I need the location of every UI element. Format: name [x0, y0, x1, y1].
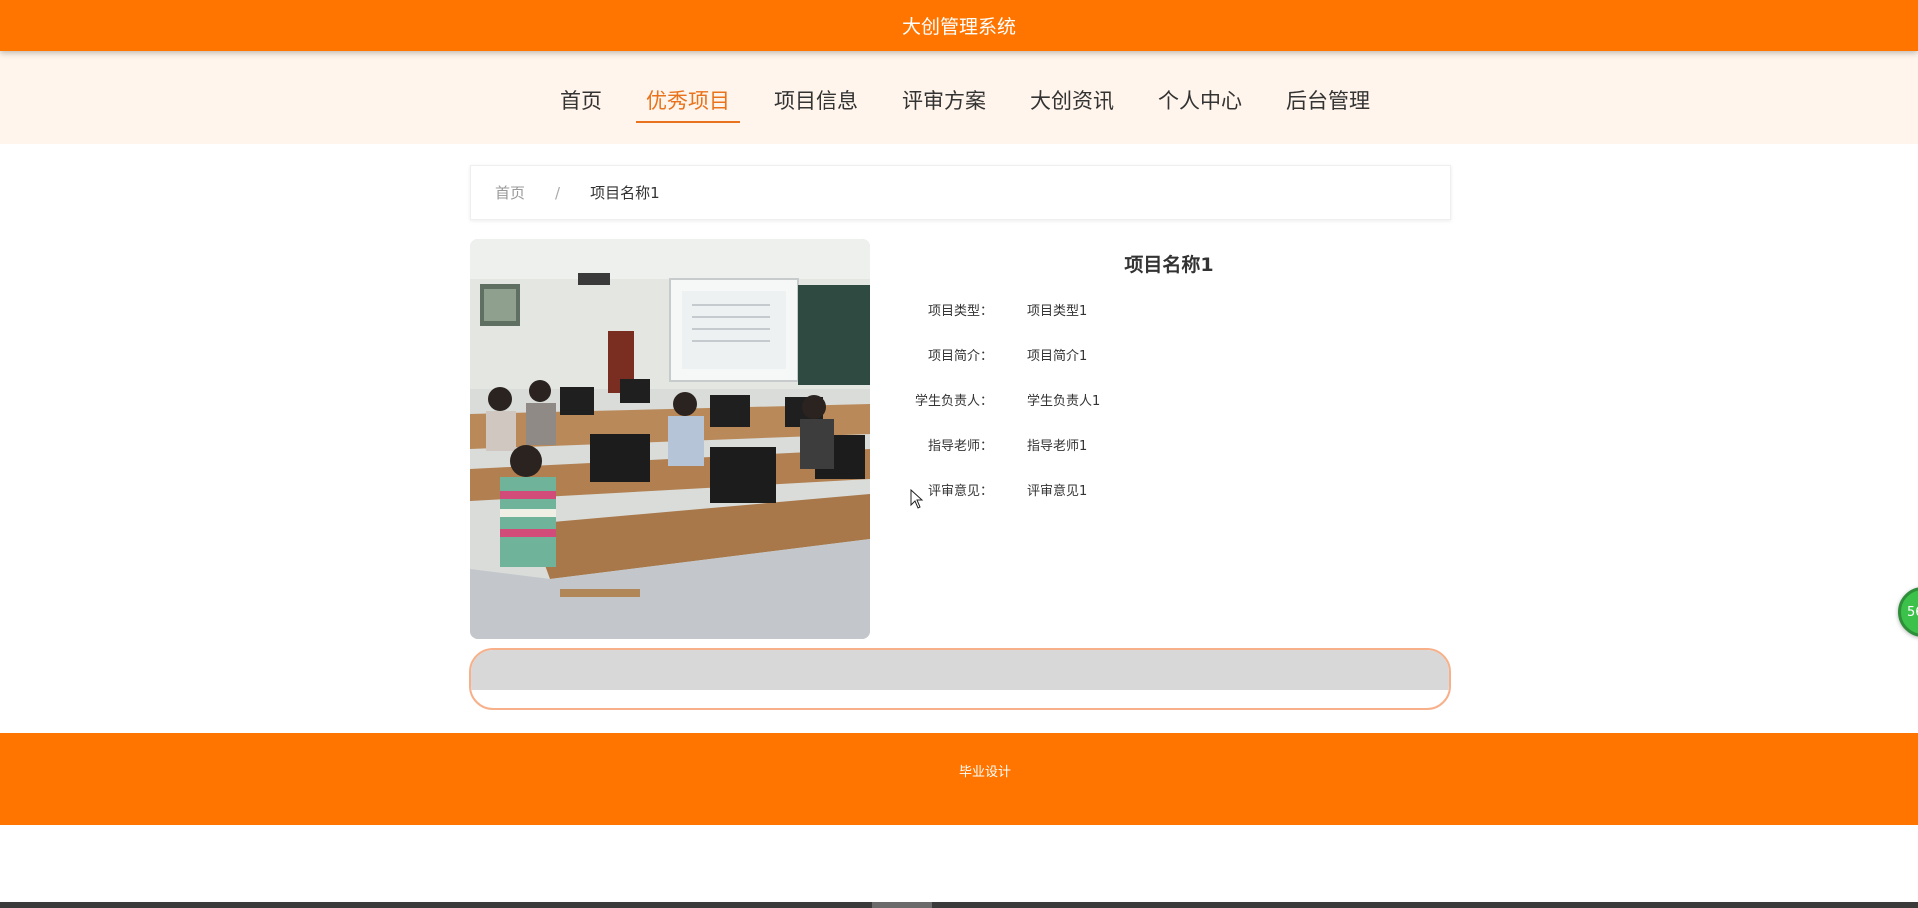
student-lead-value: 学生负责人1 [1027, 393, 1101, 409]
project-type-value: 项目类型1 [1027, 303, 1088, 319]
footer-text: 毕业设计 [958, 765, 1011, 780]
advisor-value: 指导老师1 [1027, 438, 1088, 454]
info-row-project-summary: 项目简介： 项目简介1 [900, 342, 1300, 366]
nav-item-project-info[interactable]: 项目信息 [764, 85, 868, 121]
classroom-photo-illustration [470, 239, 870, 639]
nav-item-admin[interactable]: 后台管理 [1276, 85, 1380, 121]
footer: 毕业设计 [0, 733, 1918, 825]
project-content-panel [469, 648, 1451, 710]
info-row-review-comment: 评审意见： 评审意见1 [900, 477, 1300, 501]
project-photo [470, 239, 870, 639]
content-panel-header [471, 650, 1449, 690]
top-header-bar: 大创管理系统 [0, 0, 1918, 51]
advisor-label: 指导老师： [927, 438, 993, 454]
mouse-cursor-icon [910, 489, 924, 509]
floating-widget-button[interactable]: 56 [1898, 587, 1918, 637]
nav-item-personal-center[interactable]: 个人中心 [1148, 85, 1252, 121]
project-type-label: 项目类型： [927, 303, 993, 319]
review-comment-value: 评审意见1 [1027, 483, 1088, 499]
app-title: 大创管理系统 [901, 16, 1016, 38]
student-lead-label: 学生负责人： [914, 393, 993, 409]
nav-item-home[interactable]: 首页 [550, 85, 612, 121]
bottom-strip-segment [872, 902, 932, 908]
info-row-student-lead: 学生负责人： 学生负责人1 [900, 387, 1300, 411]
info-row-project-type: 项目类型： 项目类型1 [900, 297, 1300, 321]
info-row-advisor: 指导老师： 指导老师1 [900, 432, 1300, 456]
nav-item-news[interactable]: 大创资讯 [1020, 85, 1124, 121]
main-nav: 首页 优秀项目 项目信息 评审方案 大创资讯 个人中心 后台管理 [0, 51, 1918, 144]
project-summary-label: 项目简介： [927, 348, 993, 364]
floating-widget-text: 56 [1907, 604, 1918, 620]
project-summary-value: 项目简介1 [1027, 348, 1088, 364]
breadcrumb-home-link[interactable]: 首页 [495, 182, 525, 203]
breadcrumb: 首页 / 项目名称1 [470, 165, 1451, 220]
project-title: 项目名称1 [1124, 254, 1214, 276]
breadcrumb-current: 项目名称1 [590, 184, 660, 202]
breadcrumb-separator: / [555, 183, 561, 202]
nav-item-review-plan[interactable]: 评审方案 [892, 85, 996, 121]
nav-item-excellent-projects[interactable]: 优秀项目 [636, 85, 740, 123]
bottom-strip [0, 902, 1918, 908]
